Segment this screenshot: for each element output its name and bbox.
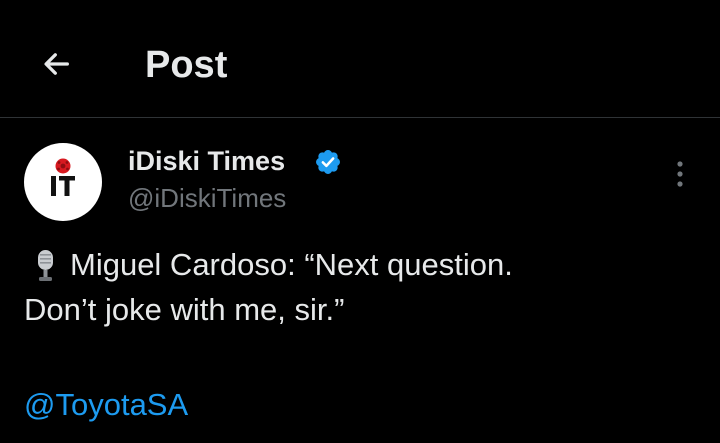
post-text-line-2: Don’t joke with me, sir.” [24,292,345,327]
idiski-times-logo [51,158,75,196]
back-button[interactable] [34,42,78,86]
author-handle[interactable]: @iDiskiTimes [128,181,286,215]
avatar[interactable] [24,143,102,221]
more-options-button[interactable] [664,158,696,190]
more-vertical-icon [677,161,683,187]
verified-badge-icon [316,150,340,174]
author-display-name[interactable]: iDiski Times [128,143,285,179]
top-bar: Post [0,0,720,118]
arrow-left-icon [44,53,69,75]
post-text-line-1: Miguel Cardoso: “Next question. [70,247,513,282]
microphone-icon [38,250,53,281]
page-title: Post [145,44,228,86]
mention-link[interactable]: @ToyotaSA [24,384,188,426]
